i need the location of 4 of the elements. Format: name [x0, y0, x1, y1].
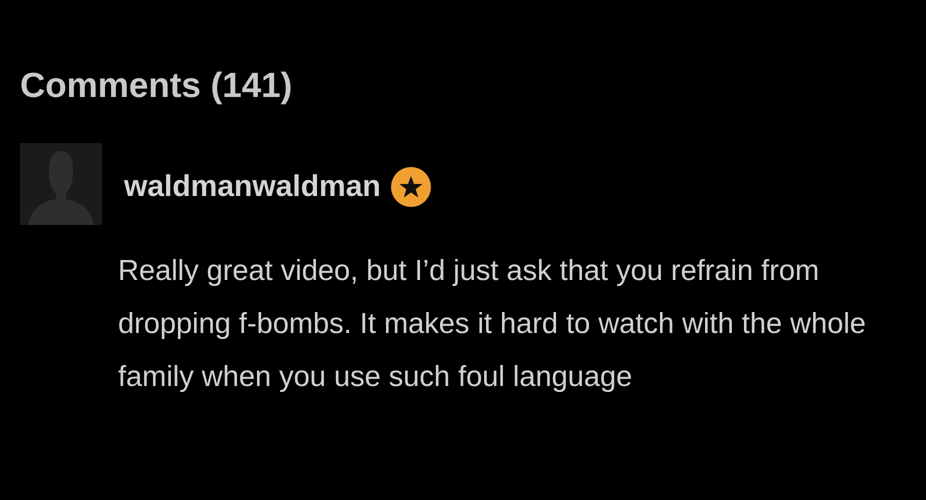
avatar-icon: [20, 143, 102, 225]
username-link[interactable]: waldmanwaldman: [124, 170, 381, 204]
comment-text: Really great video, but I’d just ask that you refrain from dropping f-bombs. It makes it hard to watch with the whole family when you use such foul language: [118, 254, 867, 395]
comments-heading: Comments (141): [20, 65, 294, 107]
